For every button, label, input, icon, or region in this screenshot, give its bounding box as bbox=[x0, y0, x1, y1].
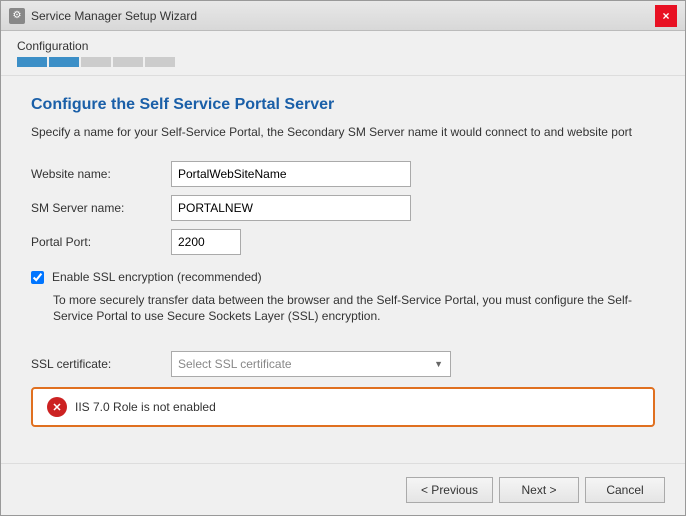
close-button[interactable]: × bbox=[655, 5, 677, 27]
progress-seg-3 bbox=[81, 57, 111, 67]
footer: < Previous Next > Cancel bbox=[1, 463, 685, 515]
ssl-checkbox-row: Enable SSL encryption (recommended) bbox=[31, 269, 655, 286]
progress-seg-1 bbox=[17, 57, 47, 67]
section-title: Configure the Self Service Portal Server bbox=[31, 96, 655, 114]
progress-seg-4 bbox=[113, 57, 143, 67]
ssl-cert-label: SSL certificate: bbox=[31, 357, 161, 371]
progress-segments bbox=[17, 57, 669, 67]
portal-port-label: Portal Port: bbox=[31, 235, 161, 249]
titlebar-left: ⚙ Service Manager Setup Wizard bbox=[9, 8, 197, 24]
sm-server-label: SM Server name: bbox=[31, 201, 161, 215]
titlebar: ⚙ Service Manager Setup Wizard × bbox=[1, 1, 685, 31]
ssl-cert-select[interactable]: Select SSL certificate bbox=[171, 351, 451, 377]
sm-server-input[interactable] bbox=[171, 195, 411, 221]
wizard-window: ⚙ Service Manager Setup Wizard × Configu… bbox=[0, 0, 686, 516]
progress-seg-5 bbox=[145, 57, 175, 67]
previous-button[interactable]: < Previous bbox=[406, 477, 493, 503]
progress-area: Configuration bbox=[1, 31, 685, 76]
form-grid: Website name: SM Server name: Portal Por… bbox=[31, 161, 655, 255]
cancel-button[interactable]: Cancel bbox=[585, 477, 665, 503]
section-description: Specify a name for your Self-Service Por… bbox=[31, 124, 655, 141]
window-title: Service Manager Setup Wizard bbox=[31, 9, 197, 23]
portal-port-input[interactable] bbox=[171, 229, 241, 255]
ssl-cert-wrapper: Select SSL certificate bbox=[171, 351, 451, 377]
ssl-cert-row: SSL certificate: Select SSL certificate bbox=[31, 351, 655, 377]
next-button[interactable]: Next > bbox=[499, 477, 579, 503]
progress-label: Configuration bbox=[17, 39, 669, 53]
progress-seg-2 bbox=[49, 57, 79, 67]
app-icon: ⚙ bbox=[9, 8, 25, 24]
ssl-section: Enable SSL encryption (recommended) To m… bbox=[31, 269, 655, 325]
website-input[interactable] bbox=[171, 161, 411, 187]
ssl-checkbox[interactable] bbox=[31, 271, 44, 284]
ssl-description: To more securely transfer data between t… bbox=[53, 292, 655, 326]
error-text: IIS 7.0 Role is not enabled bbox=[75, 400, 216, 414]
error-icon bbox=[47, 397, 67, 417]
main-content: Configure the Self Service Portal Server… bbox=[1, 76, 685, 463]
ssl-enable-label[interactable]: Enable SSL encryption (recommended) bbox=[52, 269, 262, 286]
website-label: Website name: bbox=[31, 167, 161, 181]
error-box: IIS 7.0 Role is not enabled bbox=[31, 387, 655, 427]
